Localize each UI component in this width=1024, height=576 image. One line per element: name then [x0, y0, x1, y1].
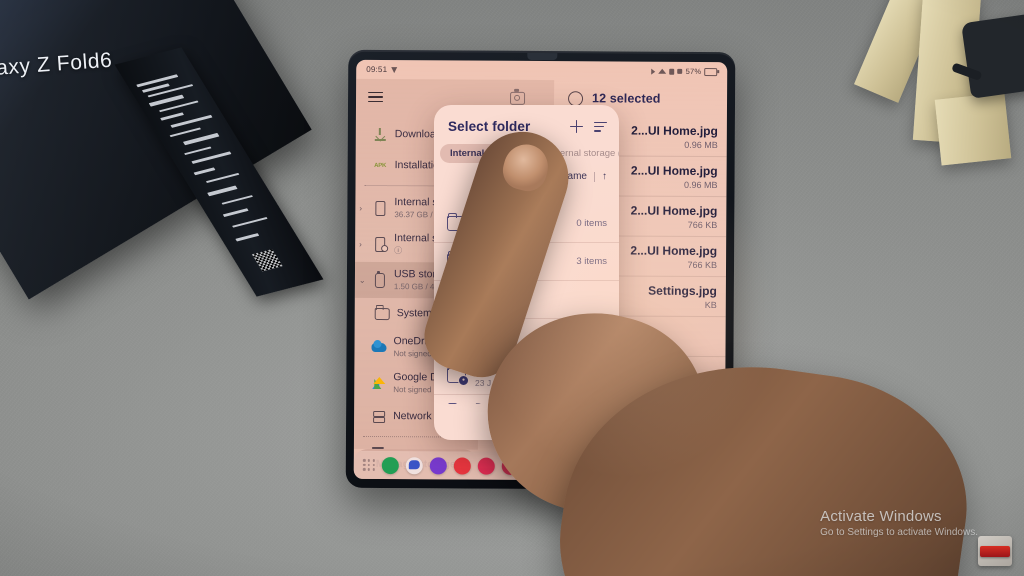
chevron-right-icon[interactable]: › — [359, 239, 365, 248]
settings-app-icon[interactable] — [477, 457, 496, 475]
list-item[interactable]: ● Doc 23 J — [434, 357, 619, 395]
status-bar-right: 57% — [651, 66, 718, 76]
folder-date: 2.Aug — [475, 339, 498, 350]
folder-item-count: 3 items — [576, 256, 607, 267]
folder-icon — [447, 251, 466, 269]
chevron-right-icon[interactable]: › — [359, 203, 365, 212]
sort-direction-icon[interactable]: ↑ — [602, 171, 607, 182]
internet-app-icon[interactable] — [429, 456, 448, 474]
activation-title: Activate Windows — [820, 508, 942, 525]
mute-icon — [651, 68, 656, 75]
gallery-app-icon[interactable] — [453, 456, 472, 475]
file-name: 2...UI Home.jpg — [631, 123, 718, 138]
folder-icon: ▶ — [447, 327, 469, 348]
messages-app-icon[interactable] — [405, 456, 424, 474]
list-item[interactable]: ...rms ... 2:27 0 items — [434, 205, 619, 243]
onedrive-icon — [371, 339, 387, 354]
file-name: Settings.jpg — [648, 283, 717, 298]
dialog-header: Select folder — [434, 105, 619, 134]
signal-icon — [669, 68, 675, 75]
cancel-button[interactable]: Cancel — [508, 416, 546, 428]
list-item[interactable]: ↓ Do 23 — [434, 395, 619, 404]
folder-date: 23 J — [475, 377, 492, 388]
folder-name: Doc — [475, 363, 495, 376]
folder-date: ... 2:27 — [475, 225, 501, 236]
list-item[interactable]: 3 items — [434, 243, 619, 281]
phone-dual-icon — [372, 236, 387, 252]
folder-icon — [447, 289, 466, 307]
phone-icon — [372, 200, 387, 216]
battery-percentage: 57% — [685, 66, 702, 76]
file-size: 766 KB — [687, 259, 718, 270]
list-item[interactable]: 4 — [434, 281, 619, 319]
plus-icon[interactable] — [570, 120, 583, 133]
divider — [594, 171, 595, 182]
dialog-folder-list[interactable]: ...rms ... 2:27 0 items 3 items 4 ▶ DCIM… — [434, 205, 619, 404]
folder-date: 4 — [475, 295, 480, 306]
list-options-icon[interactable] — [594, 121, 607, 132]
file-size: KB — [704, 299, 717, 310]
screenshot-scene: Galaxy Z Fold6 09:51 57% 12 selected Dow… — [0, 0, 1024, 576]
dialog-sort-bar[interactable]: Name ↑ — [434, 163, 619, 188]
network-icon — [677, 68, 683, 74]
apps-grid-icon[interactable] — [362, 458, 375, 472]
folder-item-count: 0 items — [576, 218, 607, 229]
status-bar-left: 09:51 — [366, 64, 398, 75]
status-bar: 09:51 57% — [356, 60, 727, 81]
taskbar[interactable] — [353, 450, 725, 482]
camera-icon — [509, 91, 525, 105]
dialog-header-actions — [570, 120, 607, 133]
sort-field-label[interactable]: Name — [560, 171, 587, 182]
hamburger-menu-icon[interactable] — [368, 91, 384, 103]
tab-internal-storage-dual[interactable]: Internal storage (Dual Messen — [539, 144, 619, 163]
file-name: 2...UI Home.jpg — [630, 163, 718, 178]
red-key-logo-icon — [978, 536, 1012, 566]
usb-icon — [372, 272, 387, 288]
camera-badge-icon: ▶ — [458, 337, 469, 348]
folder-name: ...rms — [475, 211, 503, 224]
file-size: 0.96 MB — [683, 179, 718, 190]
folder-icon — [374, 306, 390, 321]
dark-tool-object — [961, 13, 1024, 99]
wood-block — [934, 92, 1012, 166]
folder-name: DCIM — [475, 325, 504, 338]
extra-app-icon[interactable] — [501, 457, 520, 475]
dialog-storage-tabs[interactable]: Internal storage Internal storage (Dual … — [434, 134, 619, 163]
google-drive-icon — [371, 375, 386, 390]
status-time: 09:51 — [366, 64, 388, 75]
phone-app-icon[interactable] — [381, 456, 400, 474]
battery-icon — [704, 67, 718, 76]
dialog-footer: Cancel — [434, 404, 619, 440]
wifi-icon — [658, 68, 667, 74]
file-size: 766 KB — [687, 219, 718, 230]
apk-icon: APK — [374, 162, 387, 169]
file-name: 2...UI Home.jpg — [630, 203, 718, 218]
dialog-title: Select folder — [448, 119, 531, 134]
documents-badge-icon: ● — [458, 375, 469, 386]
selected-count-label: 12 selected — [592, 91, 661, 106]
file-size: 0.96 MB — [684, 139, 718, 150]
selection-circle-icon[interactable] — [568, 90, 584, 106]
location-pin-icon — [391, 66, 398, 73]
folder-icon: ● — [447, 365, 469, 386]
file-name: 2...UI Home.jpg — [630, 243, 718, 258]
list-item[interactable]: ▶ DCIM 2.Aug — [434, 319, 619, 357]
chevron-down-icon[interactable]: ⌄ — [359, 275, 366, 284]
download-icon — [373, 127, 388, 142]
activation-subtitle: Go to Settings to activate Windows. — [820, 527, 978, 538]
sort-icon[interactable] — [542, 172, 554, 181]
device-notch — [526, 52, 557, 61]
tab-internal-storage[interactable]: Internal storage — [440, 144, 532, 163]
network-storage-icon — [371, 409, 386, 424]
select-folder-dialog[interactable]: Select folder Internal storage Internal … — [434, 105, 619, 440]
selection-header: 12 selected — [554, 90, 661, 107]
folder-icon — [447, 213, 466, 231]
windows-activation-watermark: Activate Windows Go to Settings to activ… — [820, 508, 978, 538]
